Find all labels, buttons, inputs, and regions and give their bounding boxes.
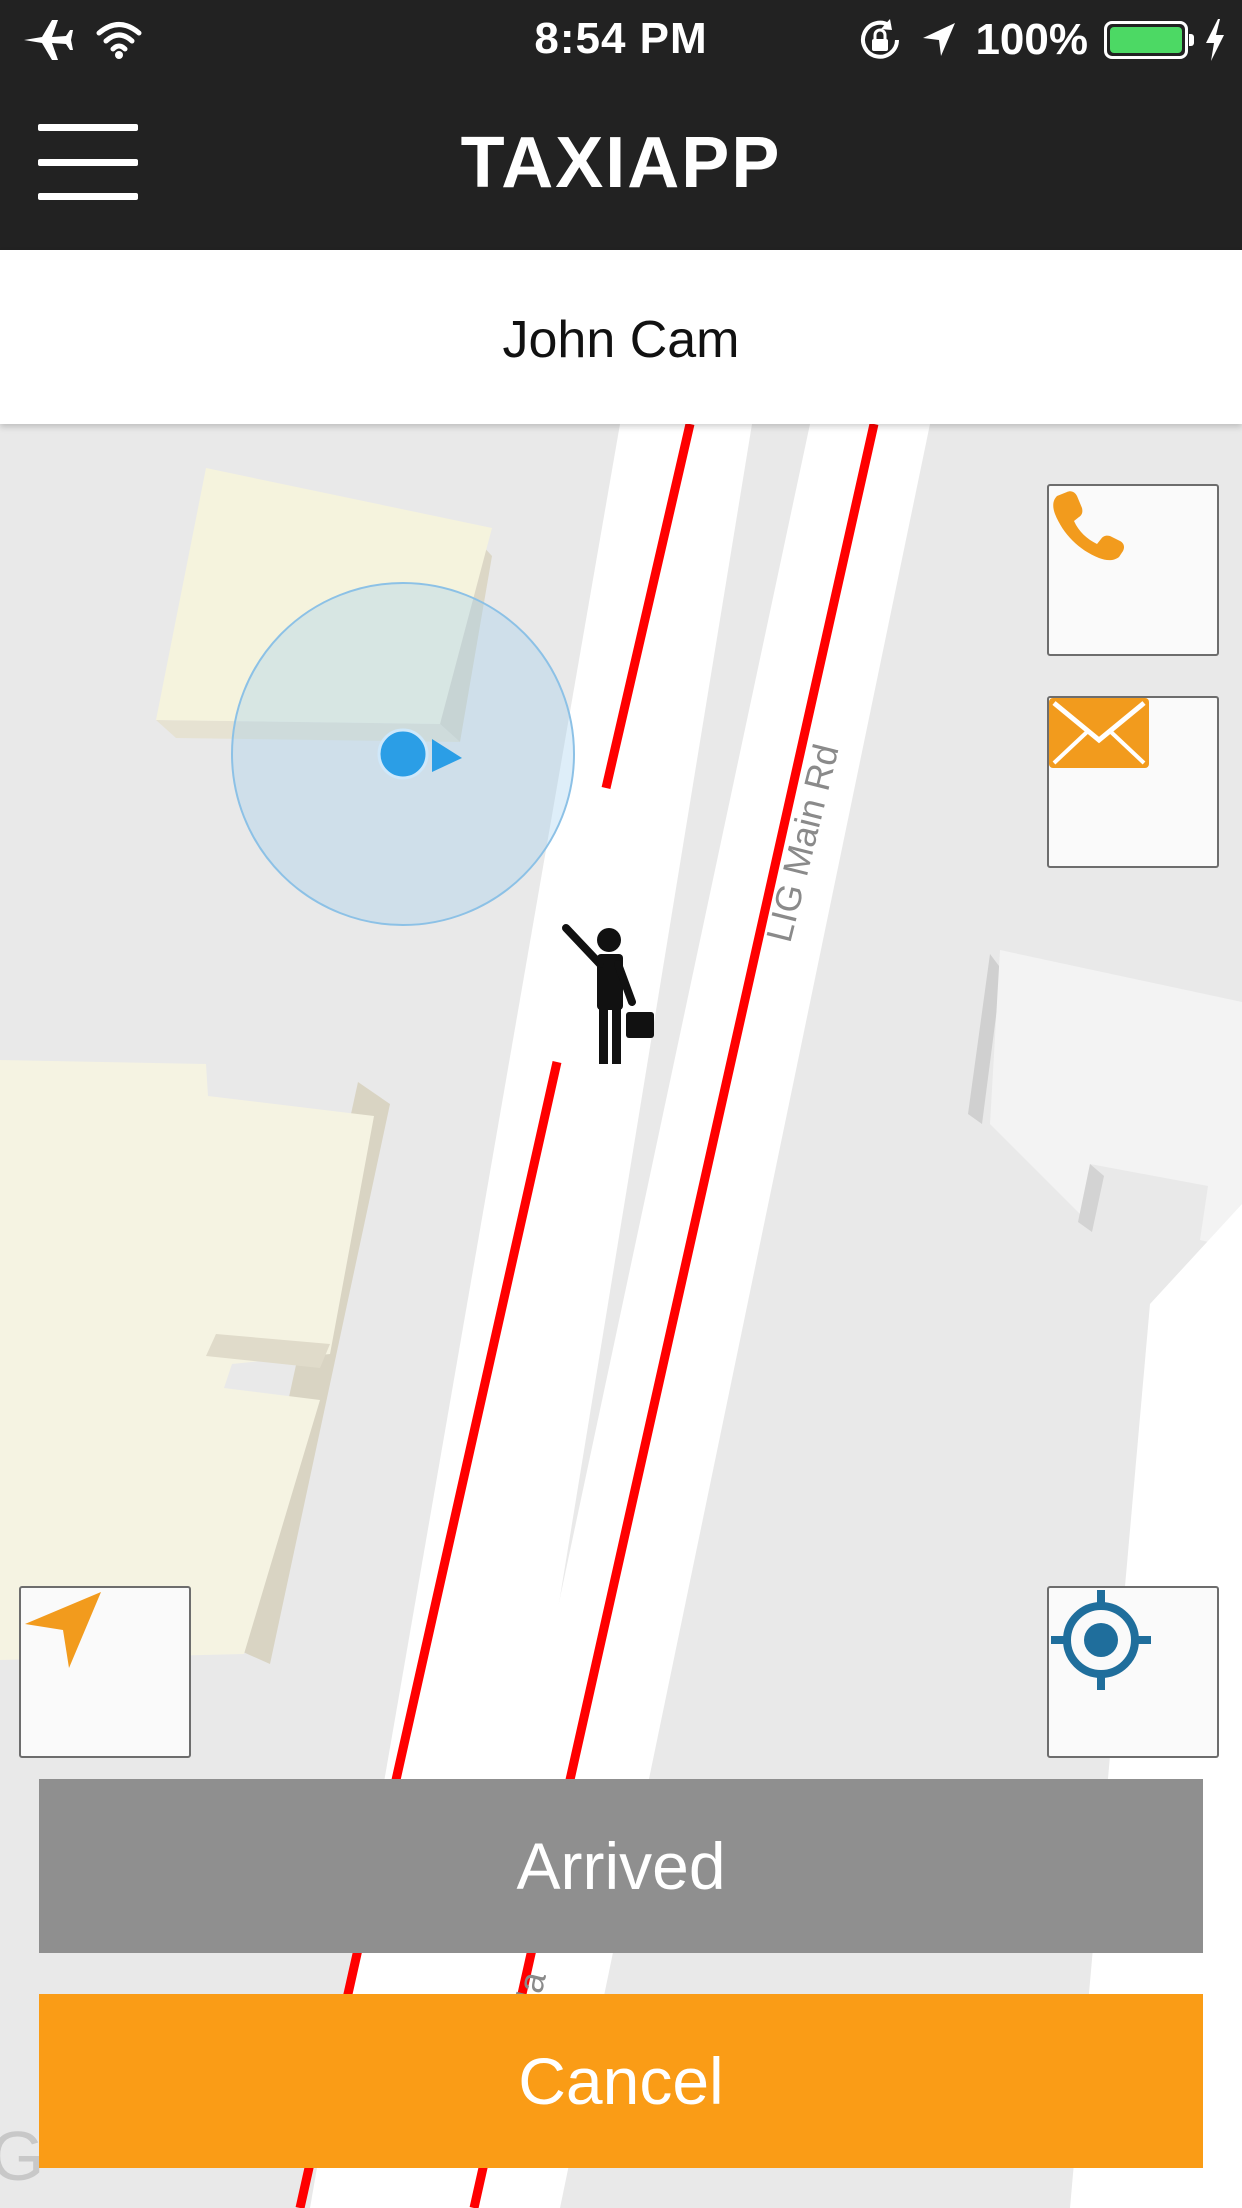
user-location-marker xyxy=(231,582,575,926)
battery-fill xyxy=(1110,27,1182,53)
app-title: TAXIAPP xyxy=(460,123,782,203)
locate-me-button[interactable] xyxy=(1047,1586,1219,1758)
location-arrow-icon xyxy=(923,23,956,56)
arrived-button[interactable]: Arrived xyxy=(39,1779,1203,1953)
message-button[interactable] xyxy=(1047,696,1219,868)
rotation-lock-icon xyxy=(861,19,900,59)
battery-icon xyxy=(1104,21,1194,59)
nav-bar: TAXIAPP xyxy=(0,80,1242,250)
charging-bolt-icon xyxy=(1206,19,1224,61)
phone-icon xyxy=(1053,491,1124,561)
cancel-button[interactable]: Cancel xyxy=(39,1994,1203,2168)
passenger-name: John Cam xyxy=(502,311,740,369)
navigation-arrow-icon xyxy=(25,1592,101,1668)
call-button[interactable] xyxy=(1047,484,1219,656)
battery-percent: 100% xyxy=(975,15,1088,64)
map-watermark: G xyxy=(0,2117,44,2195)
my-location-icon xyxy=(1051,1590,1151,1690)
status-bar: 8:54 PM 100% xyxy=(0,0,1242,80)
navigate-button[interactable] xyxy=(19,1586,191,1758)
mail-icon xyxy=(1049,698,1149,768)
status-right: 100% xyxy=(857,14,1226,66)
passenger-bar: John Cam xyxy=(0,250,1242,424)
